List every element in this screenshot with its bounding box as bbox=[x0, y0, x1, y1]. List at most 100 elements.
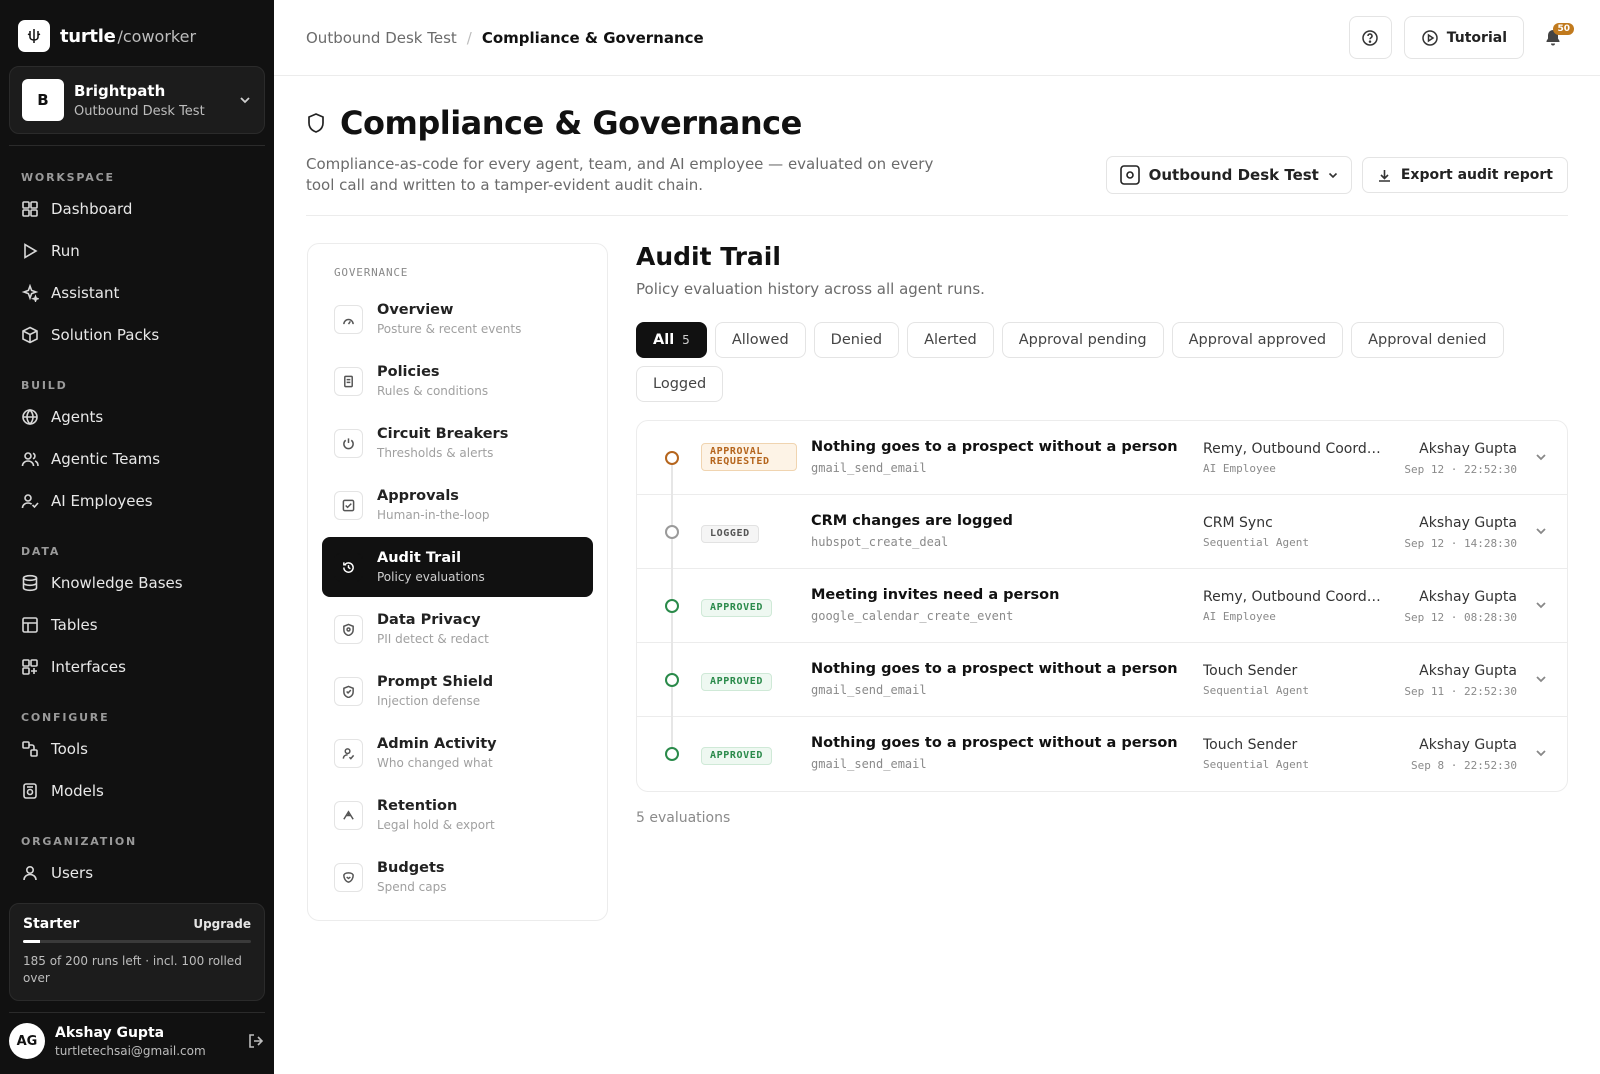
user-name: Akshay Gupta bbox=[55, 1024, 165, 1041]
workspace-icon bbox=[1119, 165, 1140, 185]
avatar[interactable]: AG bbox=[9, 1023, 45, 1059]
tool-name: gmail_send_email bbox=[811, 461, 927, 475]
timeline-dot bbox=[665, 599, 679, 613]
governance-item-approvals[interactable]: Approvals Human-in-the-loop bbox=[322, 475, 593, 535]
chevron-down-icon[interactable] bbox=[1535, 673, 1547, 685]
filter-chip-approval-denied[interactable]: Approval denied bbox=[1351, 322, 1504, 358]
filter-chip-approval-approved[interactable]: Approval approved bbox=[1171, 322, 1344, 358]
table-row[interactable]: APPROVED Meeting invites need a person g… bbox=[637, 569, 1567, 643]
table-row[interactable]: APPROVAL REQUESTED Nothing goes to a pro… bbox=[637, 421, 1567, 495]
status-badge: APPROVED bbox=[701, 599, 772, 617]
brand[interactable]: turtle /coworker bbox=[18, 20, 196, 52]
history-icon bbox=[343, 561, 354, 573]
status-badge: APPROVED bbox=[701, 673, 772, 691]
tutorial-label: Tutorial bbox=[1446, 29, 1507, 46]
governance-item-sub: Spend caps bbox=[377, 880, 447, 894]
sparkle-icon bbox=[21, 284, 39, 302]
breadcrumb-parent[interactable]: Outbound Desk Test bbox=[306, 29, 457, 47]
timeline-dot bbox=[665, 747, 679, 761]
play-icon bbox=[24, 243, 38, 259]
governance-item-retention[interactable]: Retention Legal hold & export bbox=[322, 785, 593, 845]
table-row[interactable]: APPROVED Nothing goes to a prospect with… bbox=[637, 643, 1567, 717]
table-row[interactable]: APPROVED Nothing goes to a prospect with… bbox=[637, 717, 1567, 791]
logout-icon[interactable] bbox=[247, 1032, 265, 1050]
filter-chip-denied[interactable]: Denied bbox=[813, 322, 900, 358]
upgrade-link[interactable]: Upgrade bbox=[193, 917, 251, 931]
filter-chip-logged[interactable]: Logged bbox=[636, 366, 724, 402]
sidebar-item-tools[interactable]: Tools bbox=[0, 728, 274, 770]
filter-chip-allowed[interactable]: Allowed bbox=[714, 322, 806, 358]
governance-item-circuit-breakers[interactable]: Circuit Breakers Thresholds & alerts bbox=[322, 413, 593, 473]
sidebar-item-interfaces[interactable]: Interfaces bbox=[0, 646, 274, 688]
page-description: Compliance-as-code for every agent, team… bbox=[306, 155, 934, 194]
turtle-logo-icon bbox=[18, 20, 50, 52]
governance-item-name: Overview bbox=[377, 302, 454, 318]
governance-icon-frame bbox=[334, 552, 363, 582]
sidebar-item-users[interactable]: Users bbox=[0, 852, 274, 894]
document-icon bbox=[344, 375, 353, 387]
user-icon bbox=[23, 865, 37, 881]
sidebar-item-label: Knowledge Bases bbox=[51, 574, 183, 592]
power-icon bbox=[343, 437, 354, 449]
help-icon bbox=[1362, 29, 1378, 46]
chevron-down-icon[interactable] bbox=[1535, 451, 1547, 463]
governance-item-name: Audit Trail bbox=[377, 550, 462, 566]
sidebar-item-label: Models bbox=[51, 782, 104, 800]
status-badge: APPROVED bbox=[701, 747, 772, 765]
policy-title: Nothing goes to a prospect without a per… bbox=[811, 661, 1178, 677]
filter-chips: All 5 Allowed Denied Alerted Approval pe… bbox=[636, 322, 1568, 402]
filter-chip-approval-pending[interactable]: Approval pending bbox=[1001, 322, 1164, 358]
governance-item-audit-trail[interactable]: Audit Trail Policy evaluations bbox=[322, 537, 593, 597]
filter-chip-alerted[interactable]: Alerted bbox=[907, 322, 994, 358]
sidebar-item-models[interactable]: Models bbox=[0, 770, 274, 812]
export-audit-button[interactable]: Export audit report bbox=[1361, 157, 1568, 193]
sidebar-item-knowledge-bases[interactable]: Knowledge Bases bbox=[0, 562, 274, 604]
audit-subtitle: Policy evaluation history across all age… bbox=[636, 280, 985, 298]
workspace-select[interactable]: Outbound Desk Test bbox=[1105, 156, 1352, 194]
governance-item-budgets[interactable]: Budgets Spend caps bbox=[322, 847, 593, 907]
sidebar-item-assistant[interactable]: Assistant bbox=[0, 272, 274, 314]
dashboard-icon bbox=[22, 201, 38, 217]
sidebar-item-agents[interactable]: Agents bbox=[0, 396, 274, 438]
governance-item-data-privacy[interactable]: Data Privacy PII detect & redact bbox=[322, 599, 593, 659]
user-email: turtletechsai@gmail.com bbox=[55, 1043, 206, 1058]
chevron-down-icon[interactable] bbox=[1535, 525, 1547, 537]
sidebar-item-tables[interactable]: Tables bbox=[0, 604, 274, 646]
brand-sub: /coworker bbox=[117, 26, 197, 46]
plan-card: Starter Upgrade 185 of 200 runs left · i… bbox=[9, 903, 265, 1001]
sidebar-item-label: Run bbox=[51, 242, 80, 260]
governance-item-sub: Injection defense bbox=[377, 694, 481, 708]
sidebar-item-ai-employees[interactable]: AI Employees bbox=[0, 480, 274, 522]
agent-type: AI Employee bbox=[1203, 610, 1276, 623]
help-button[interactable] bbox=[1348, 16, 1392, 59]
governance-item-admin-activity[interactable]: Admin Activity Who changed what bbox=[322, 723, 593, 783]
governance-item-overview[interactable]: Overview Posture & recent events bbox=[322, 289, 593, 349]
governance-item-prompt-shield[interactable]: Prompt Shield Injection defense bbox=[322, 661, 593, 721]
audit-list: APPROVAL REQUESTED Nothing goes to a pro… bbox=[636, 420, 1568, 792]
governance-item-sub: Policy evaluations bbox=[377, 570, 485, 584]
agent-type: Sequential Agent bbox=[1203, 536, 1309, 549]
filter-chip-all[interactable]: All 5 bbox=[636, 322, 707, 358]
sidebar-item-dashboard[interactable]: Dashboard bbox=[0, 188, 274, 230]
tool-name: gmail_send_email bbox=[811, 683, 927, 697]
agent-type: Sequential Agent bbox=[1203, 758, 1309, 771]
governance-item-policies[interactable]: Policies Rules & conditions bbox=[322, 351, 593, 411]
table-row[interactable]: LOGGED CRM changes are logged hubspot_cr… bbox=[637, 495, 1567, 569]
filter-chip-label: Approval pending bbox=[1018, 332, 1147, 348]
chevron-down-icon[interactable] bbox=[1535, 747, 1547, 759]
sidebar-item-agentic-teams[interactable]: Agentic Teams bbox=[0, 438, 274, 480]
package-icon bbox=[22, 326, 38, 344]
governance-icon-frame bbox=[334, 614, 363, 644]
workspace-switcher[interactable]: B Brightpath Outbound Desk Test bbox=[9, 66, 265, 134]
filter-chip-count: 5 bbox=[682, 333, 690, 347]
sidebar-item-run[interactable]: Run bbox=[0, 230, 274, 272]
policy-title: CRM changes are logged bbox=[811, 513, 1013, 529]
chevron-down-icon[interactable] bbox=[1535, 599, 1547, 611]
tutorial-button[interactable]: Tutorial bbox=[1403, 16, 1524, 59]
notifications-button[interactable]: 50 bbox=[1536, 16, 1574, 59]
sidebar-item-solution-packs[interactable]: Solution Packs bbox=[0, 314, 274, 356]
timestamp: Sep 12 · 08:28:30 bbox=[1404, 611, 1517, 624]
sidebar-item-label: Users bbox=[51, 864, 94, 882]
filter-chip-label: Approval denied bbox=[1368, 332, 1487, 348]
sidebar-item-label: Dashboard bbox=[51, 200, 133, 218]
